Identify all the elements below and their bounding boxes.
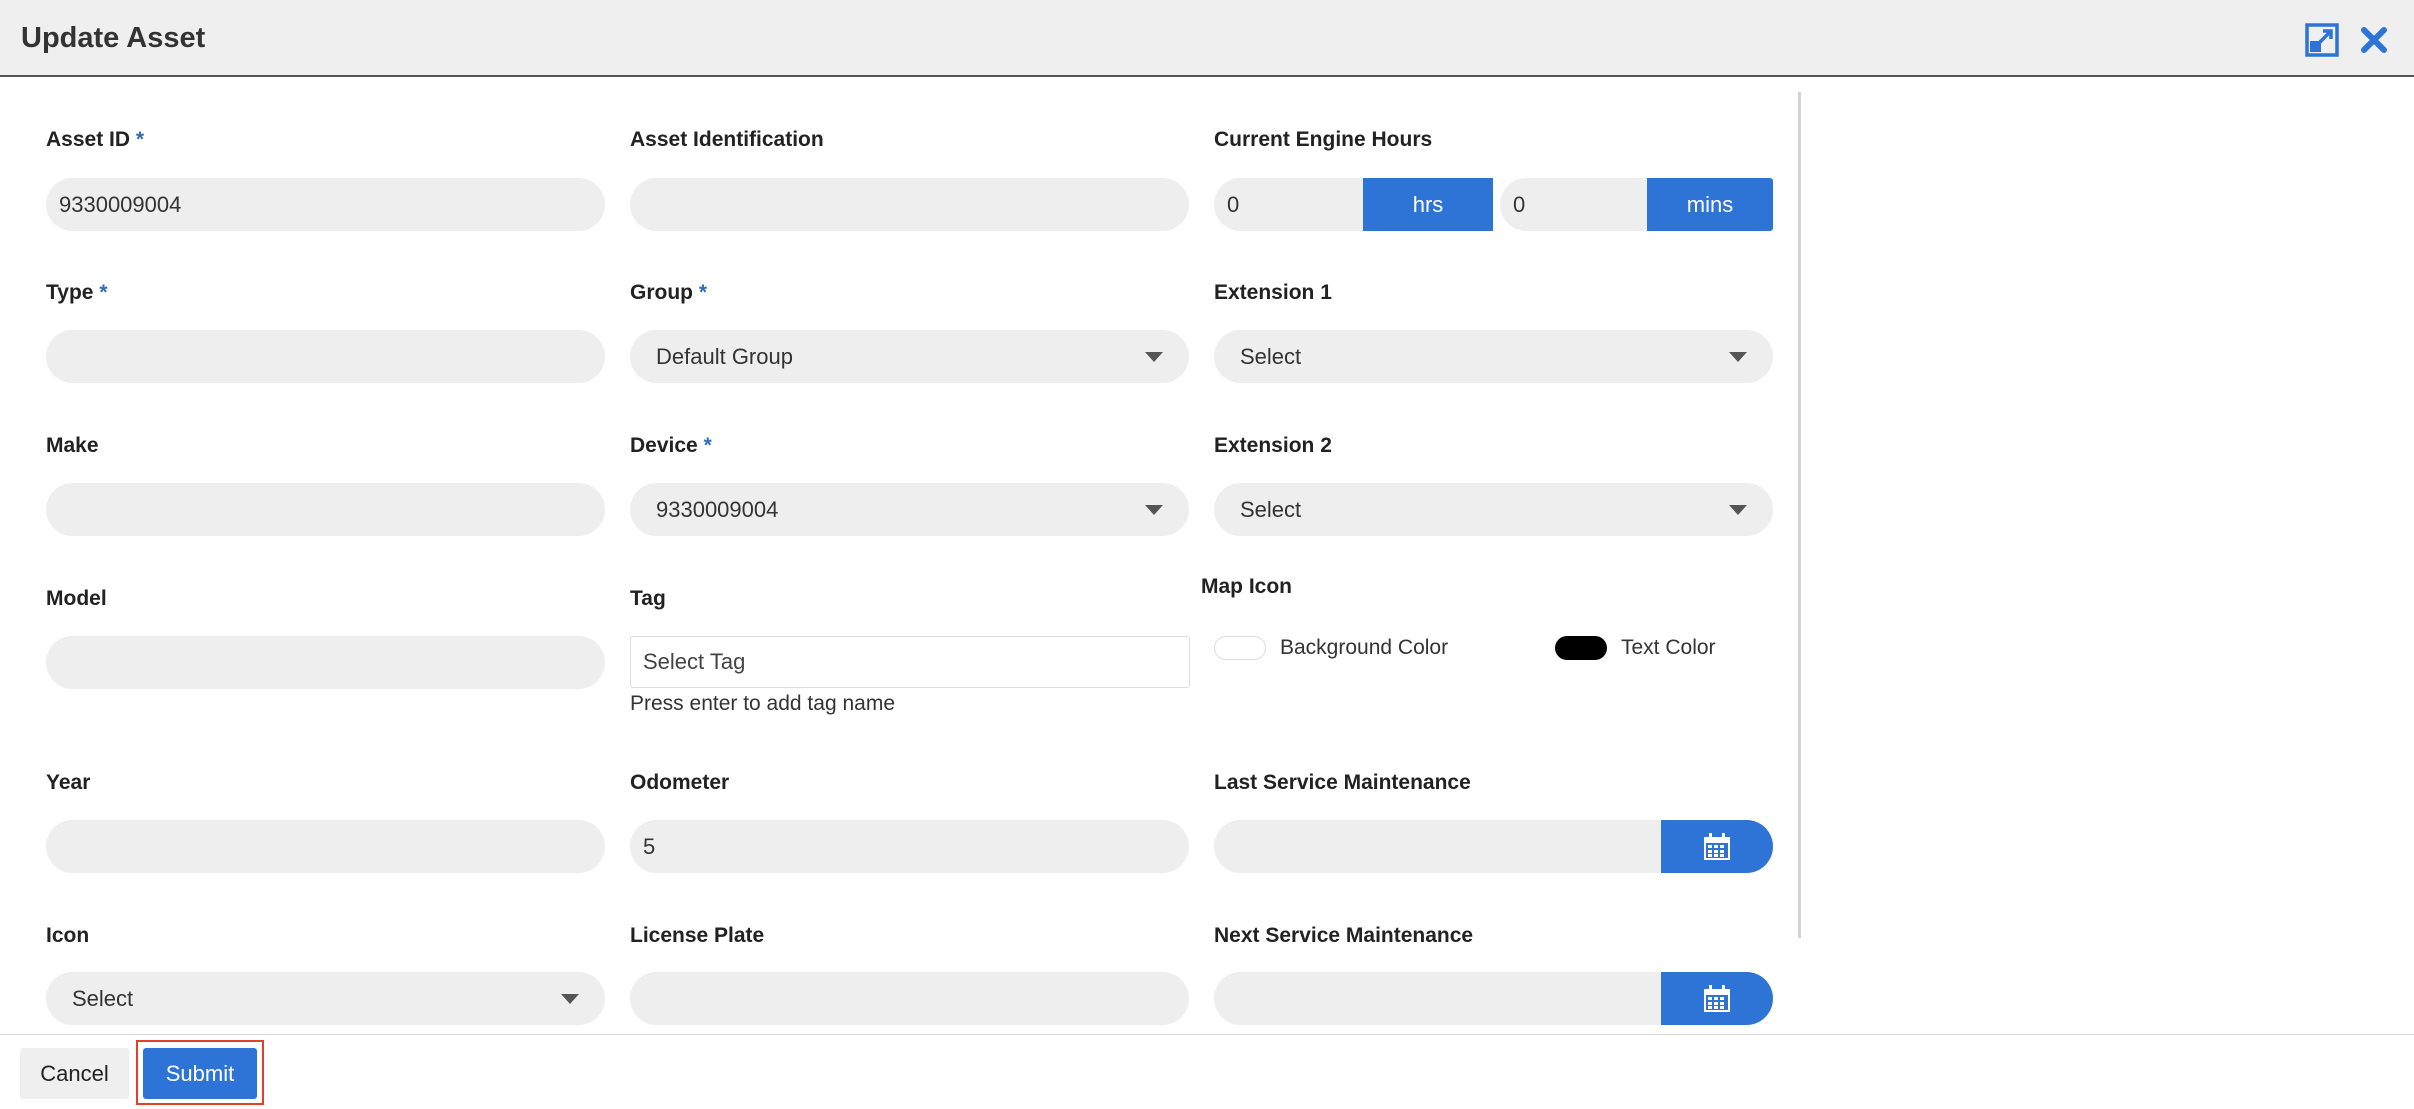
tag-label: Tag	[630, 587, 666, 610]
calendar-icon	[1704, 832, 1730, 860]
tag-input[interactable]: Select Tag	[630, 636, 1190, 688]
background-color-swatch[interactable]	[1214, 636, 1266, 660]
minutes-unit-addon: mins	[1647, 178, 1773, 231]
chevron-down-icon	[561, 994, 579, 1004]
last-service-label: Last Service Maintenance	[1214, 771, 1471, 794]
cancel-button[interactable]: Cancel	[20, 1048, 129, 1099]
chevron-down-icon	[1729, 505, 1747, 515]
asset-id-input[interactable]: 9330009004	[46, 178, 605, 231]
type-label: Type *	[46, 281, 108, 304]
asset-identification-input[interactable]	[630, 178, 1189, 231]
device-label: Device *	[630, 434, 712, 457]
dialog-header: Update Asset	[0, 0, 2414, 77]
close-icon[interactable]	[2356, 22, 2392, 58]
license-plate-input[interactable]	[630, 972, 1189, 1025]
dialog-footer	[0, 1034, 2414, 1109]
next-service-label: Next Service Maintenance	[1214, 924, 1474, 947]
tag-hint: Press enter to add tag name	[630, 692, 895, 715]
map-icon-label: Map Icon	[1201, 575, 1293, 598]
submit-button[interactable]: Submit	[143, 1048, 257, 1099]
engine-hours-label: Current Engine Hours	[1214, 128, 1433, 151]
background-color-label: Background Color	[1280, 636, 1449, 659]
chevron-down-icon	[1729, 352, 1747, 362]
form-divider	[1798, 92, 1801, 938]
hours-unit-addon: hrs	[1363, 178, 1493, 231]
expand-icon[interactable]	[2304, 22, 2340, 58]
asset-id-label: Asset ID *	[46, 128, 145, 151]
group-label: Group *	[630, 281, 708, 304]
odometer-input[interactable]: 5	[630, 820, 1189, 873]
engine-hours-input[interactable]: 0	[1214, 178, 1364, 231]
license-plate-label: License Plate	[630, 924, 765, 947]
group-select[interactable]: Default Group	[630, 330, 1189, 383]
last-service-calendar-button[interactable]	[1661, 820, 1773, 873]
odometer-label: Odometer	[630, 771, 730, 794]
asset-identification-label: Asset Identification	[630, 128, 824, 151]
dialog-title: Update Asset	[21, 22, 206, 54]
make-input[interactable]	[46, 483, 605, 536]
extension-2-select[interactable]: Select	[1214, 483, 1773, 536]
calendar-icon	[1704, 984, 1730, 1012]
make-label: Make	[46, 434, 99, 457]
model-input[interactable]	[46, 636, 605, 689]
text-color-label: Text Color	[1621, 636, 1716, 659]
last-service-date-input[interactable]	[1214, 820, 1663, 873]
next-service-date-input[interactable]	[1214, 972, 1663, 1025]
text-color-swatch[interactable]	[1555, 636, 1607, 660]
extension-2-label: Extension 2	[1214, 434, 1332, 457]
extension-1-label: Extension 1	[1214, 281, 1332, 304]
engine-minutes-input[interactable]: 0	[1500, 178, 1648, 231]
year-input[interactable]	[46, 820, 605, 873]
device-select[interactable]: 9330009004	[630, 483, 1189, 536]
icon-select[interactable]: Select	[46, 972, 605, 1025]
year-label: Year	[46, 771, 91, 794]
chevron-down-icon	[1145, 352, 1163, 362]
icon-label: Icon	[46, 924, 90, 947]
next-service-calendar-button[interactable]	[1661, 972, 1773, 1025]
chevron-down-icon	[1145, 505, 1163, 515]
model-label: Model	[46, 587, 107, 610]
extension-1-select[interactable]: Select	[1214, 330, 1773, 383]
type-input[interactable]	[46, 330, 605, 383]
